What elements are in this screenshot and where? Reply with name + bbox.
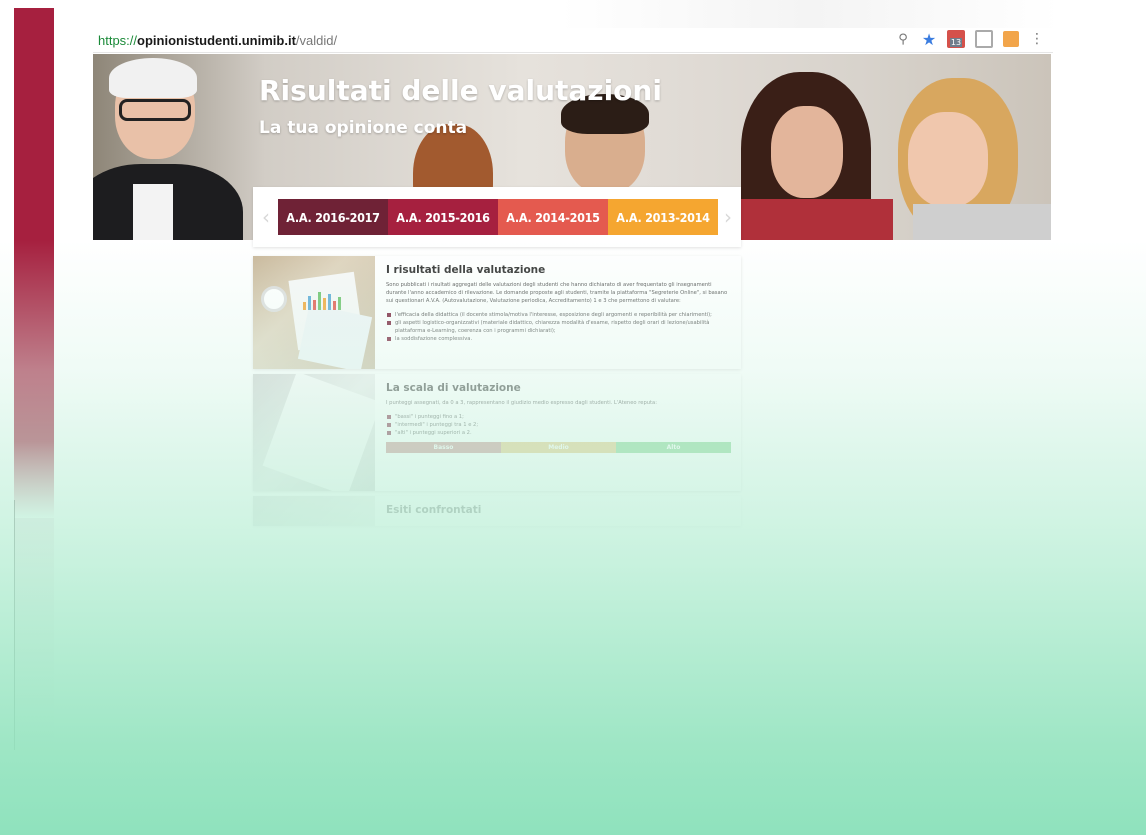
chevron-left-icon[interactable]: ‹: [255, 199, 277, 235]
calendar-extension-icon[interactable]: 13: [947, 30, 965, 48]
url-host: opinionistudenti.unimib.it: [137, 32, 296, 48]
hero-title: Risultati delle valutazioni: [259, 74, 662, 107]
left-accent-fade: [14, 518, 54, 758]
url-text[interactable]: https://opinionistudenti.unimib.it/valdi…: [98, 33, 337, 48]
hero-photo-person: [908, 112, 988, 207]
bookmark-star-icon[interactable]: ★: [921, 30, 937, 49]
coffee-cup-icon: [261, 286, 287, 312]
chevron-right-icon[interactable]: ›: [717, 199, 739, 235]
browser-address-bar[interactable]: https://opinionistudenti.unimib.it/valdi…: [93, 28, 1053, 53]
comparison-section-body: Esiti confrontati: [386, 504, 731, 521]
tab-2015-2016[interactable]: A.A. 2015-2016: [388, 199, 498, 235]
list-item: gli aspetti logistico-organizzativi (mat…: [386, 319, 731, 335]
results-section-card: I risultati della valutazione Sono pubbl…: [253, 256, 741, 369]
year-tabs-container: ‹ A.A. 2016-2017 A.A. 2015-2016 A.A. 201…: [253, 187, 741, 247]
list-item: la soddisfazione complessiva.: [386, 335, 731, 343]
url-scheme: https://: [98, 32, 138, 48]
orange-extension-icon[interactable]: [1003, 31, 1019, 47]
top-highlight: [560, 0, 1060, 28]
hero-photo-person: [133, 184, 173, 240]
browser-menu-icon[interactable]: ⋮: [1029, 31, 1045, 47]
results-section-body: I risultati della valutazione Sono pubbl…: [386, 264, 731, 343]
scale-section-card: La scala di valutazione I punteggi asseg…: [253, 374, 741, 491]
scale-section-body: La scala di valutazione I punteggi asseg…: [386, 382, 731, 453]
list-item: "alti" i punteggi superiori a 2.: [386, 429, 731, 437]
hero-photo-person: [771, 106, 843, 198]
comparison-section-card: Esiti confrontati: [253, 496, 741, 526]
list-item: "bassi" i punteggi fino a 1;: [386, 413, 731, 421]
tab-2013-2014[interactable]: A.A. 2013-2014: [608, 199, 718, 235]
left-edge-line: [14, 500, 15, 750]
tab-2016-2017[interactable]: A.A. 2016-2017: [278, 199, 388, 235]
year-tabs: A.A. 2016-2017 A.A. 2015-2016 A.A. 2014-…: [278, 199, 718, 235]
browser-toolbar-icons: ⚲ ★ 13 ⋮: [895, 30, 1045, 49]
report-paper-image: [262, 374, 375, 491]
results-bullet-list: l'efficacia della didattica (il docente …: [386, 311, 731, 343]
url-path: /valdid/: [295, 32, 338, 48]
calendar-badge: 13: [949, 37, 963, 47]
comparison-thumbnail-image: [253, 496, 375, 526]
results-title: I risultati della valutazione: [386, 264, 546, 276]
list-item: "intermedi" i punteggi tra 1 e 2;: [386, 421, 731, 429]
tab-2014-2015[interactable]: A.A. 2014-2015: [498, 199, 608, 235]
scale-high: Alto: [616, 442, 731, 453]
scale-medium: Medio: [501, 442, 616, 453]
scale-low: Basso: [386, 442, 501, 453]
scale-intro: I punteggi assegnati, da 0 a 3, rapprese…: [386, 400, 657, 406]
hero-photo-person: [109, 58, 197, 98]
page-extension-icon[interactable]: [975, 30, 993, 48]
scale-thumbnail-image: [253, 374, 375, 491]
results-intro: Sono pubblicati i risultati aggregati de…: [386, 282, 728, 304]
list-item: l'efficacia della didattica (il docente …: [386, 311, 731, 319]
hero-photo-person: [733, 199, 893, 240]
scale-title: La scala di valutazione: [386, 382, 521, 394]
report-paper-image: [297, 303, 373, 369]
hero-photo-person: [913, 204, 1051, 240]
chart-bars-image: [303, 290, 341, 310]
hero-subtitle: La tua opinione conta: [259, 118, 468, 138]
zoom-icon[interactable]: ⚲: [895, 31, 911, 47]
left-accent-bar: [14, 8, 54, 518]
comparison-title: Esiti confrontati: [386, 504, 482, 516]
hero-photo-person: [119, 99, 191, 121]
results-thumbnail-image: [253, 256, 375, 369]
scale-bullet-list: "bassi" i punteggi fino a 1; "intermedi"…: [386, 413, 731, 437]
rating-scale-bar: Basso Medio Alto: [386, 442, 731, 453]
